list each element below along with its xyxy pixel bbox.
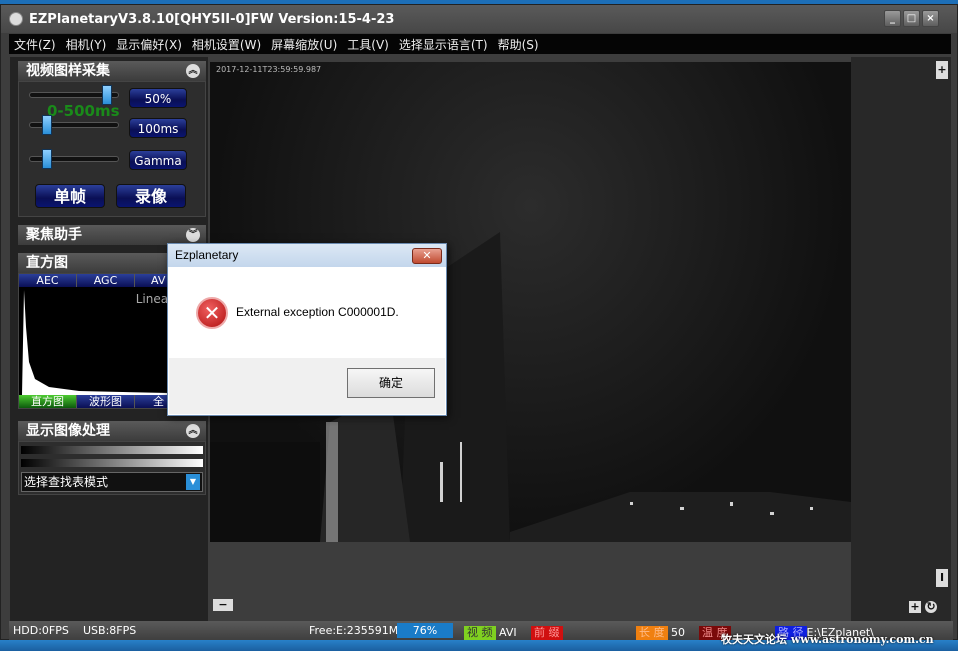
menu-camera-settings[interactable]: 相机设置(W) [187,36,266,53]
rotate-icon[interactable]: ↻ [925,601,937,613]
gain-button[interactable]: 50% [129,88,187,108]
menu-screen-zoom[interactable]: 屏幕缩放(U) [266,36,342,53]
exposure-slider[interactable] [29,115,119,135]
collapse-icon[interactable]: ︽ [186,424,200,438]
zoom-in-icon[interactable]: + [909,601,921,613]
gamma-slider[interactable] [29,149,119,169]
zoom-in-icon[interactable]: + [936,61,948,79]
prefix-tag[interactable]: 前 缀 [531,626,563,640]
tab-agc[interactable]: AGC [77,274,135,287]
capture-panel-title: 视频图样采集 [26,63,110,79]
gain-slider[interactable] [29,85,119,105]
error-dialog: Ezplanetary ✕ ✕ External exception C0000… [167,243,447,416]
record-button[interactable]: 录像 [116,184,186,208]
menu-display-prefs[interactable]: 显示偏好(X) [111,36,187,53]
slider-thumb[interactable] [42,149,52,169]
dialog-close-button[interactable]: ✕ [412,248,442,264]
focus-panel-title: 聚焦助手 [26,227,82,243]
minimize-button[interactable]: _ [884,10,901,27]
exposure-range-label: 0-500ms [47,102,120,120]
capture-panel-header[interactable]: 视频图样采集 ︽ [18,61,206,81]
expand-icon[interactable]: ︾ [186,228,200,242]
close-button[interactable]: × [922,10,939,27]
video-tag[interactable]: 视 频 [464,626,496,640]
gamma-button[interactable]: Gamma [129,150,187,170]
lut-mode-select[interactable]: 选择查找表模式 ▼ [21,472,203,492]
display-panel-header[interactable]: 显示图像处理 ︽ [18,421,206,441]
status-bar: HDD:0FPS USB:8FPS Free:E:235591MB 76% 视 … [9,621,953,646]
usb-fps: USB:8FPS [83,624,137,637]
hdd-fps: HDD:0FPS [13,624,69,637]
tab-waveform[interactable]: 波形图 [77,395,135,408]
dialog-message: External exception C000001D. [236,305,399,319]
gradient-bar [21,446,203,454]
app-window: EZPlanetaryV3.8.10[QHY5II-0]FW Version:1… [0,4,958,646]
length-value: 50 [671,626,685,639]
app-icon [9,12,23,26]
collapse-icon[interactable]: ︽ [186,64,200,78]
free-space: Free:E:235591MB [309,624,397,637]
title-bar: EZPlanetaryV3.8.10[QHY5II-0]FW Version:1… [1,5,957,33]
watermark: 牧夫天文论坛 www.astronomy.com.cn [721,633,934,646]
histogram-panel-title: 直方图 [26,255,68,271]
maximize-button[interactable]: □ [903,10,920,27]
menu-language[interactable]: 选择显示语言(T) [394,36,493,53]
gradient-bar [21,459,203,467]
display-panel-title: 显示图像处理 [26,423,110,439]
focus-panel-header[interactable]: 聚焦助手 ︾ [18,225,206,245]
single-frame-button[interactable]: 单帧 [35,184,105,208]
right-toolbar: + I + ↻ [851,57,951,623]
dialog-title: Ezplanetary [168,244,446,267]
ok-button[interactable]: 确定 [347,368,435,398]
dialog-footer: 确定 [169,358,445,414]
video-format: AVI [499,626,517,639]
lut-mode-value: 选择查找表模式 [24,475,109,489]
menu-tools[interactable]: 工具(V) [342,36,394,53]
error-icon: ✕ [196,297,228,329]
zoom-out-icon[interactable]: − [213,599,233,611]
disk-usage-progress: 76% [397,623,453,638]
length-tag[interactable]: 长 度 [636,626,668,640]
chevron-down-icon[interactable]: ▼ [186,474,200,490]
tab-aec[interactable]: AEC [19,274,77,287]
exposure-button[interactable]: 100ms [129,118,187,138]
capture-panel: 0-500ms 50% 100ms Gamma 单帧 录像 [18,81,206,217]
slider-thumb[interactable] [42,115,52,135]
window-title: EZPlanetaryV3.8.10[QHY5II-0]FW Version:1… [29,11,395,27]
menu-camera[interactable]: 相机(Y) [61,36,112,53]
menu-file[interactable]: 文件(Z) [9,36,61,53]
display-panel: 选择查找表模式 ▼ [18,441,206,495]
tab-histogram[interactable]: 直方图 [19,395,77,408]
menu-bar: 文件(Z) 相机(Y) 显示偏好(X) 相机设置(W) 屏幕缩放(U) 工具(V… [9,34,951,54]
menu-help[interactable]: 帮助(S) [493,36,544,53]
scroll-handle-icon[interactable]: I [936,569,948,587]
